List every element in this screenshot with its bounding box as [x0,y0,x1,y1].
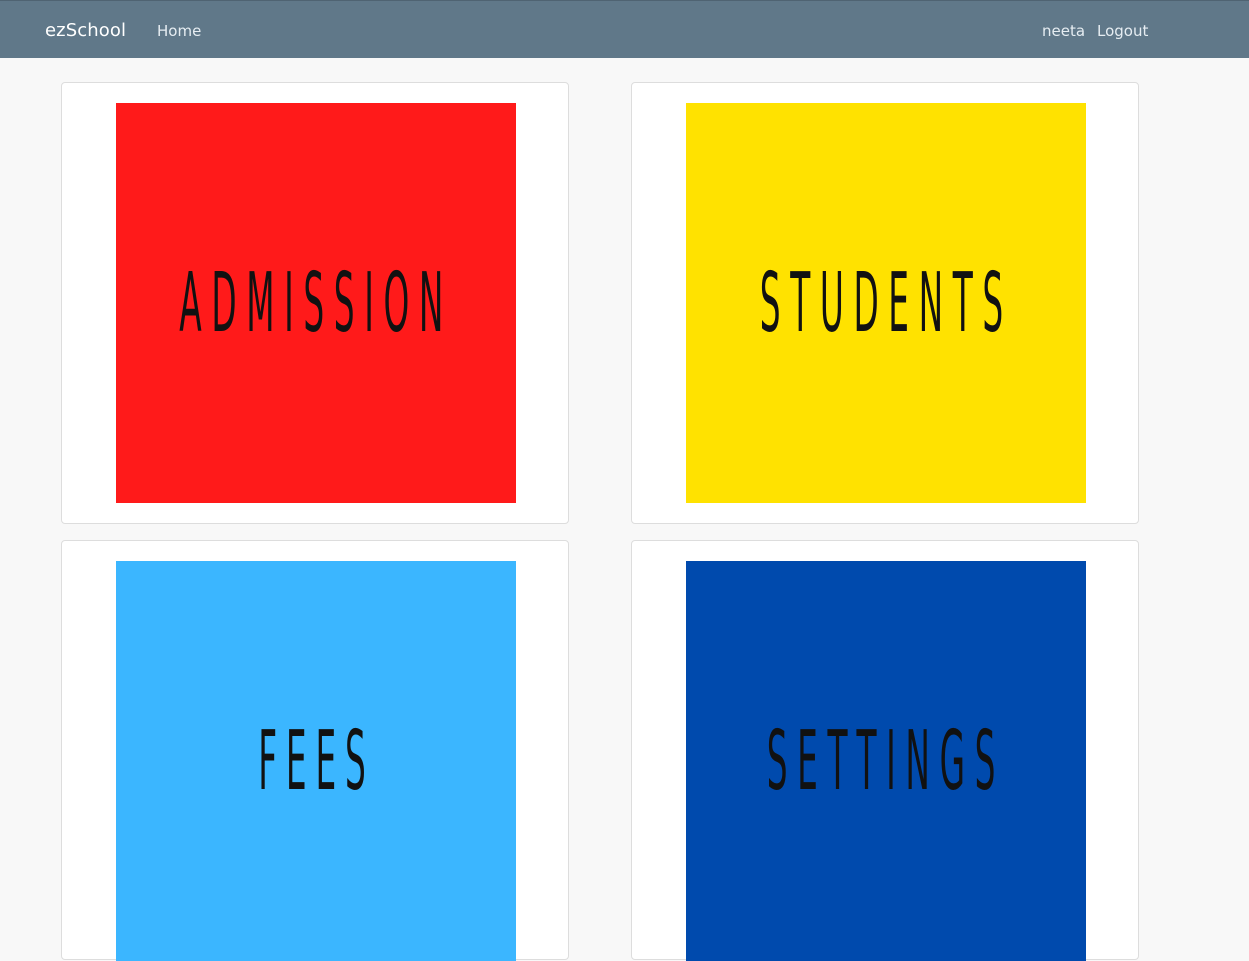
admission-tile[interactable]: ADMISSION [116,103,516,503]
students-label: STUDENTS [759,256,1013,351]
home-link[interactable]: Home [157,22,201,40]
settings-tile[interactable]: SETTINGS [686,561,1086,961]
students-tile[interactable]: STUDENTS [686,103,1086,503]
settings-label: SETTINGS [766,714,1006,809]
fees-tile[interactable]: FEES [116,561,516,961]
logout-link[interactable]: Logout [1097,22,1148,40]
admission-label: ADMISSION [179,256,453,351]
fees-card[interactable]: FEES [61,540,569,961]
top-navbar: ezSchool Home neeta Logout [0,0,1249,58]
fees-label: FEES [257,714,375,809]
settings-card[interactable]: SETTINGS [631,540,1139,961]
user-link[interactable]: neeta [1042,22,1085,40]
brand-link[interactable]: ezSchool [45,20,126,42]
admission-card[interactable]: ADMISSION [61,82,569,524]
students-card[interactable]: STUDENTS [631,82,1139,524]
